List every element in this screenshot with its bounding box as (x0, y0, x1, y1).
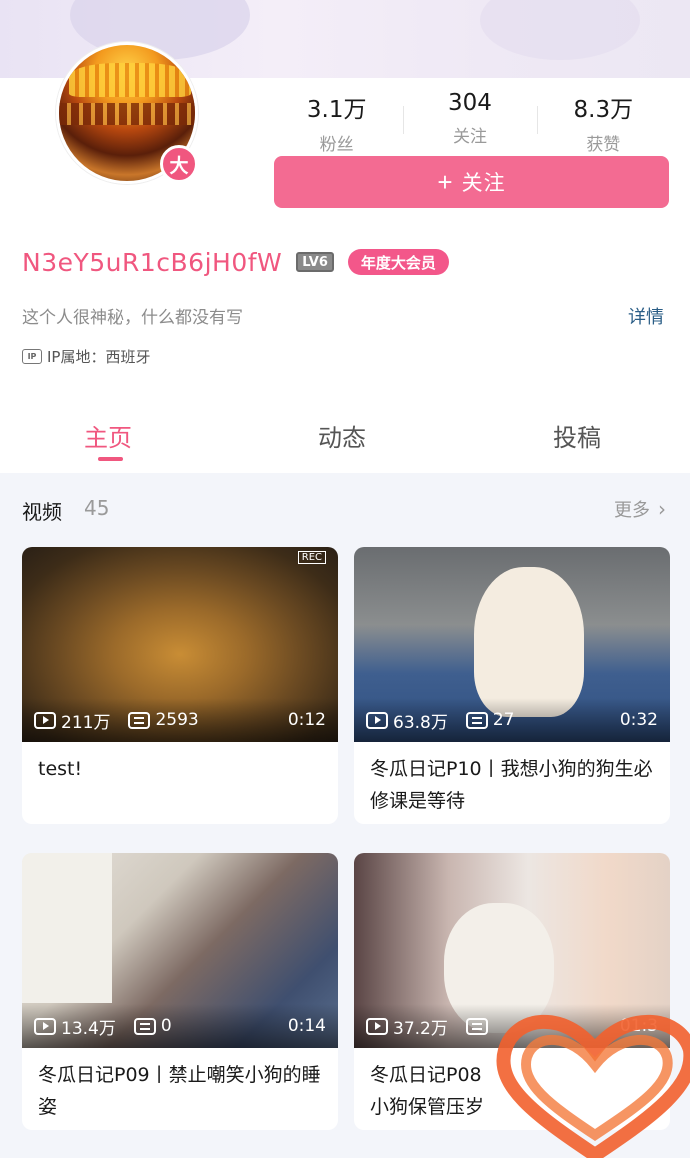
more-link[interactable]: 更多 › (614, 496, 666, 522)
chevron-right-icon: › (658, 497, 666, 521)
profile-stats: 3.1万 粉丝 304 关注 8.3万 获赞 (270, 88, 670, 158)
dog-image (474, 567, 584, 717)
stat-value: 304 (448, 90, 492, 116)
play-count-icon (34, 1017, 56, 1035)
stat-value: 8.3万 (573, 97, 634, 123)
danmaku-count: 0 (160, 1016, 172, 1036)
video-duration: 0:14 (287, 1016, 326, 1036)
video-card[interactable]: 63.8万 27 0:32 冬瓜日记P10丨我想小狗的狗生必修课是等待 (354, 547, 670, 824)
ip-icon: IP (22, 349, 42, 364)
video-card[interactable]: 13.4万 0 0:14 冬瓜日记P09丨禁止嘲笑小狗的睡姿 (22, 853, 338, 1130)
play-count-icon (366, 1017, 388, 1035)
play-count-icon (366, 711, 388, 729)
rec-indicator: REC (297, 551, 326, 564)
banner-decoration (480, 0, 640, 60)
details-link[interactable]: 详情 (628, 303, 664, 329)
section-title: 视频 (22, 500, 62, 524)
video-card[interactable]: 37.2万 01:3 冬瓜日记P08 小狗保管压岁 (354, 853, 670, 1130)
video-title[interactable]: 冬瓜日记P09丨禁止嘲笑小狗的睡姿 (22, 1048, 338, 1130)
stat-label: 获赞 (586, 135, 621, 155)
danmaku-icon (128, 711, 151, 729)
video-thumbnail[interactable]: REC 211万 2593 0:12 (22, 547, 338, 742)
videos-section-header: 视频 45 更多 › (22, 496, 670, 524)
big-member-badge: 大 (160, 145, 198, 183)
danmaku-count: 27 (492, 710, 515, 730)
stat-following[interactable]: 304 关注 (403, 88, 536, 158)
tab-home[interactable]: 主页 (84, 418, 132, 453)
stat-likes[interactable]: 8.3万 获赞 (537, 88, 670, 158)
tab-uploads[interactable]: 投稿 (553, 418, 601, 453)
follow-button[interactable]: + 关注 (274, 156, 669, 208)
follow-button-label: 关注 (461, 172, 506, 195)
ip-location: IP IP属地：西班牙 (22, 346, 150, 367)
stat-followers[interactable]: 3.1万 粉丝 (270, 88, 403, 158)
stat-label: 粉丝 (319, 135, 354, 155)
play-count-icon (34, 711, 56, 729)
section-count: 45 (84, 496, 110, 520)
vip-badge[interactable]: 年度大会员 (347, 249, 449, 275)
profile-tabs: 主页 动态 投稿 (0, 412, 690, 472)
video-meta: 13.4万 0 0:14 (34, 1015, 326, 1039)
video-thumbnail[interactable]: 13.4万 0 0:14 (22, 853, 338, 1048)
video-meta: 63.8万 27 0:32 (366, 709, 658, 733)
username: N3eY5uR1cB6jH0fW (22, 247, 283, 277)
video-title[interactable]: test! (22, 742, 338, 824)
view-count: 211万 (61, 712, 111, 733)
video-title[interactable]: 冬瓜日记P10丨我想小狗的狗生必修课是等待 (354, 742, 670, 824)
pillow-image (22, 853, 112, 1003)
danmaku-icon (465, 711, 488, 729)
plus-icon: + (437, 166, 454, 197)
avatar-image-part (59, 103, 195, 125)
view-count: 13.4万 (61, 1018, 116, 1039)
video-meta: 211万 2593 0:12 (34, 709, 326, 733)
ip-location-text: IP属地：西班牙 (47, 348, 151, 366)
user-name-row: N3eY5uR1cB6jH0fW LV6 年度大会员 (22, 245, 449, 279)
active-tab-indicator (98, 457, 123, 461)
stat-label: 关注 (452, 127, 487, 147)
user-bio: 这个人很神秘，什么都没有写 (22, 308, 243, 328)
more-label: 更多 (614, 500, 650, 521)
video-duration: 0:12 (287, 710, 326, 730)
video-card[interactable]: REC 211万 2593 0:12 test! (22, 547, 338, 824)
stat-value: 3.1万 (306, 97, 367, 123)
video-duration: 0:32 (619, 710, 658, 730)
avatar-image-part (69, 63, 191, 97)
video-duration: 01:3 (619, 1016, 658, 1036)
stat-divider (403, 106, 404, 134)
view-count: 63.8万 (393, 712, 448, 733)
video-thumbnail[interactable]: 63.8万 27 0:32 (354, 547, 670, 742)
video-title[interactable]: 冬瓜日记P08 小狗保管压岁 (354, 1048, 670, 1130)
level-badge: LV6 (296, 252, 334, 272)
video-thumbnail[interactable]: 37.2万 01:3 (354, 853, 670, 1048)
view-count: 37.2万 (393, 1018, 448, 1039)
stat-divider (537, 106, 538, 134)
danmaku-count: 2593 (155, 710, 199, 730)
video-meta: 37.2万 01:3 (366, 1015, 658, 1039)
tab-activity[interactable]: 动态 (318, 418, 366, 453)
danmaku-icon (465, 1017, 488, 1035)
danmaku-icon (133, 1017, 156, 1035)
